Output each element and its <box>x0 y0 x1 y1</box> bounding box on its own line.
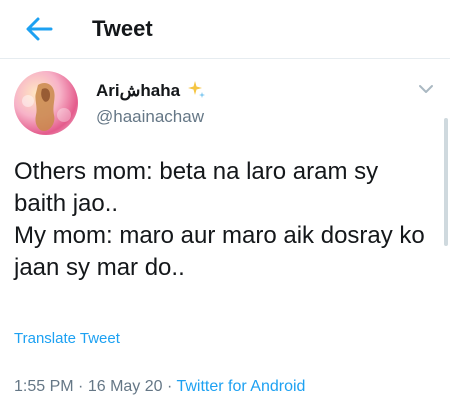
scrollbar[interactable] <box>444 118 448 246</box>
avatar-image <box>22 83 71 131</box>
user-handle[interactable]: @haainachaw <box>96 106 204 128</box>
arrow-left-icon[interactable] <box>24 15 54 43</box>
tweet-time: 1:55 PM <box>14 378 74 395</box>
avatar[interactable] <box>14 71 78 135</box>
meta-separator: · <box>78 378 84 395</box>
tweet-text: Others mom: beta na laro aram sy baith j… <box>14 158 425 281</box>
meta-separator: · <box>167 378 173 395</box>
page-title: Tweet <box>92 16 153 41</box>
tweet-header: Tweet <box>0 0 450 58</box>
display-name[interactable]: Ariشhaha <box>96 80 180 102</box>
tweet-meta: 1:55 PM · 16 May 20 · Twitter for Androi… <box>14 378 305 396</box>
tweet-date: 16 May 20 <box>87 378 163 395</box>
sparkles-icon <box>188 81 205 98</box>
translate-tweet-link[interactable]: Translate Tweet <box>14 330 120 347</box>
header-divider <box>0 58 450 59</box>
tweet-source-link[interactable]: Twitter for Android <box>176 378 305 395</box>
chevron-down-icon[interactable] <box>418 83 434 95</box>
